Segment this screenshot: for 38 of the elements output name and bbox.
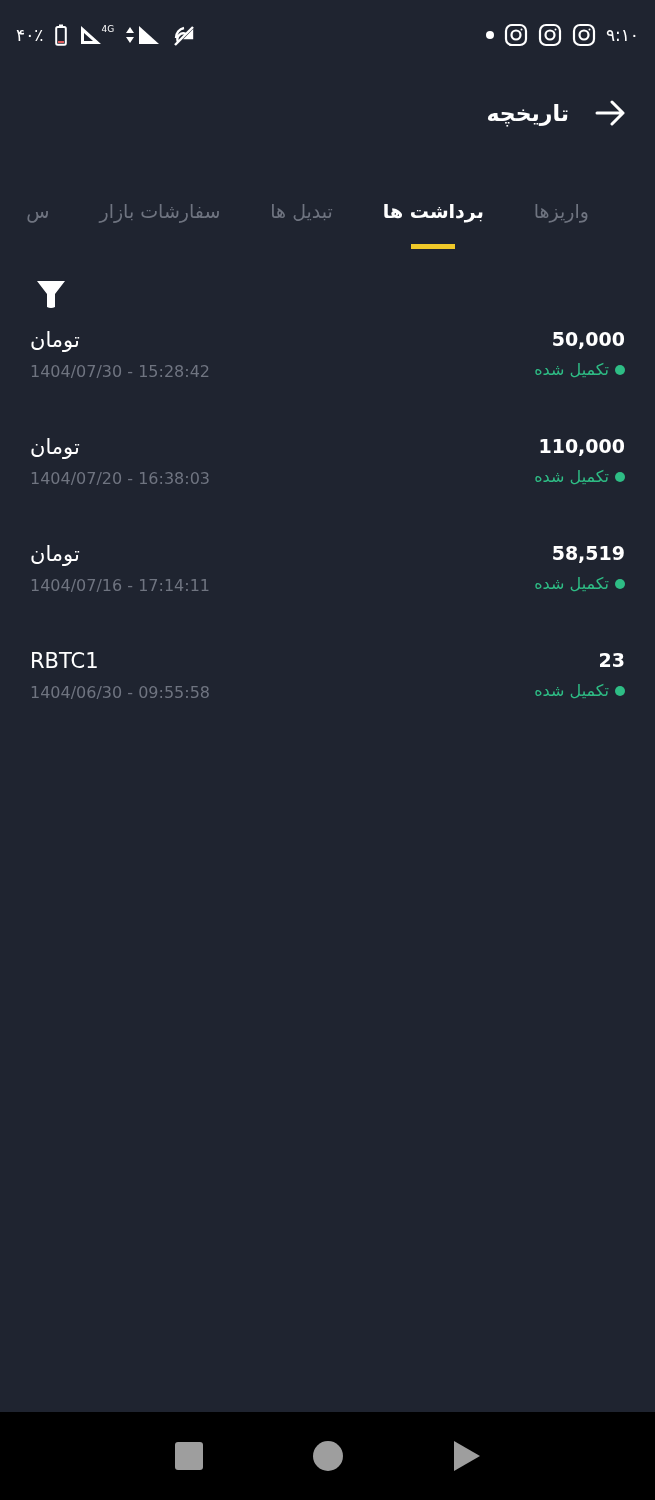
page-title: تاریخچه bbox=[486, 100, 569, 126]
status-label: تکمیل شده bbox=[534, 681, 609, 700]
date-time: 1404/07/20 - 16:38:03 bbox=[30, 469, 211, 488]
wifi-off-icon bbox=[172, 24, 197, 46]
date-time: 1404/07/30 - 15:28:42 bbox=[30, 362, 211, 381]
dot-icon bbox=[485, 31, 494, 39]
network-label: 4G bbox=[101, 24, 115, 34]
camera-app-icon bbox=[571, 23, 596, 47]
tab[interactable]: تبدیل ها bbox=[270, 172, 333, 256]
camera-app-icon bbox=[503, 23, 528, 47]
filter-icon[interactable] bbox=[36, 279, 66, 309]
currency-name: تومان bbox=[30, 435, 81, 459]
signal-icon bbox=[138, 24, 161, 46]
tab[interactable]: برداشت ها bbox=[382, 172, 484, 256]
status-label: تکمیل شده bbox=[534, 360, 609, 379]
date-time: 1404/06/30 - 09:55:58 bbox=[30, 683, 211, 702]
amount-text: 58,519 bbox=[550, 542, 625, 564]
tab[interactable]: س bbox=[26, 172, 50, 256]
amount-text: 23 bbox=[597, 649, 625, 671]
recents-button[interactable] bbox=[174, 1442, 203, 1470]
amount-text: 110,000 bbox=[537, 435, 625, 457]
status-label: تکمیل شده bbox=[534, 574, 609, 593]
tab[interactable]: سفارشات بازار bbox=[99, 172, 221, 256]
battery-icon bbox=[55, 24, 68, 46]
home-button[interactable] bbox=[311, 1440, 344, 1472]
currency-name: تومان bbox=[30, 328, 81, 352]
clock-time: ۹:۱۰ bbox=[605, 25, 639, 45]
currency-name: RBTC1 bbox=[30, 649, 100, 673]
battery-percent: ۴۰٪ bbox=[16, 25, 44, 45]
currency-name: تومان bbox=[30, 542, 81, 566]
tab[interactable]: واریزها bbox=[533, 172, 589, 256]
camera-app-icon bbox=[537, 23, 562, 47]
amount-text: 50,000 bbox=[550, 328, 625, 350]
back-button[interactable] bbox=[452, 1440, 481, 1472]
data-arrows-icon bbox=[126, 25, 135, 45]
back-arrow-icon[interactable] bbox=[595, 100, 625, 126]
status-label: تکمیل شده bbox=[534, 467, 609, 486]
date-time: 1404/07/16 - 17:14:11 bbox=[30, 576, 211, 595]
